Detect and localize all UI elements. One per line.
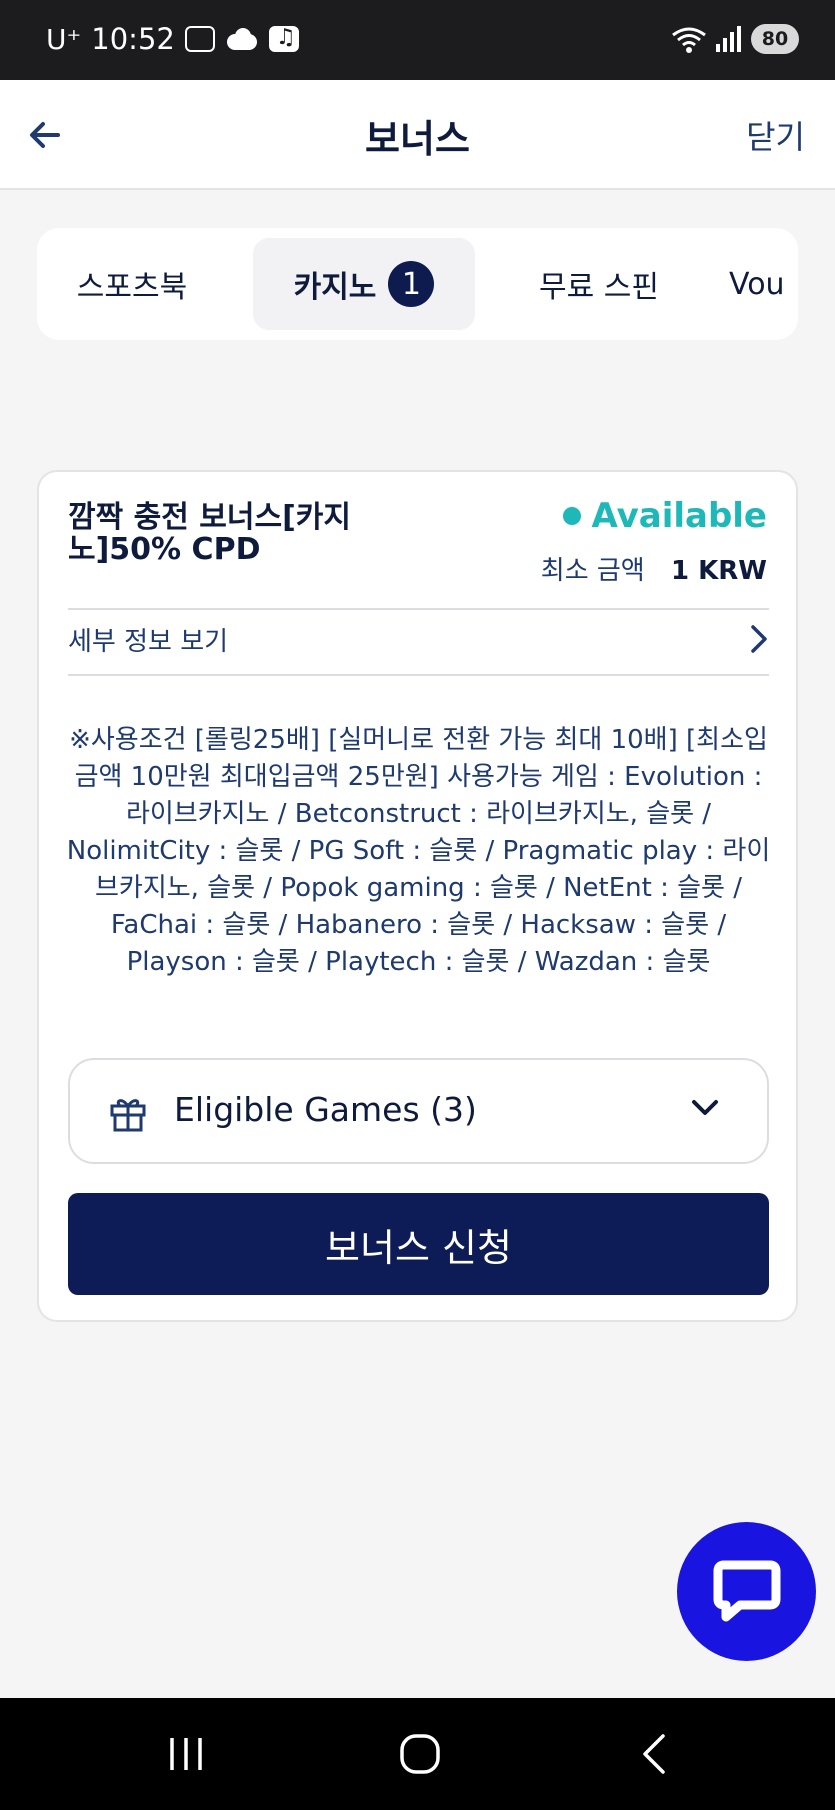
status-bar: U⁺ 10:52 80 xyxy=(0,0,835,80)
bonus-tabs: 스포츠북 카지노 1 무료 스핀 Vou xyxy=(37,228,798,340)
status-left: U⁺ 10:52 xyxy=(46,22,299,56)
status-dot-icon xyxy=(563,507,582,525)
music-icon xyxy=(268,25,299,52)
tab-label: 카지노 xyxy=(293,270,377,305)
battery-indicator: 80 xyxy=(751,24,799,54)
chevron-down-icon xyxy=(692,1100,718,1115)
recent-apps-button[interactable] xyxy=(156,1728,216,1780)
divider xyxy=(68,674,769,676)
page-title: 보너스 xyxy=(365,117,470,161)
tab-casino[interactable]: 카지노 1 xyxy=(253,238,475,330)
cloud-icon xyxy=(225,26,259,52)
home-icon xyxy=(400,1734,440,1774)
recent-apps-icon xyxy=(170,1738,202,1770)
status-time: 10:52 xyxy=(91,22,175,56)
min-amount-value: 1 KRW xyxy=(671,556,767,586)
screenshot-icon xyxy=(184,26,215,52)
system-nav-bar xyxy=(0,1698,835,1810)
signal-icon xyxy=(715,26,741,52)
gift-icon xyxy=(110,1099,146,1132)
apply-bonus-button[interactable]: 보너스 신청 xyxy=(68,1193,769,1295)
tab-label: Vou xyxy=(729,266,785,302)
chevron-right-icon xyxy=(751,625,767,653)
page-header: 보너스 닫기 xyxy=(0,80,835,190)
chevron-left-icon xyxy=(643,1734,665,1774)
eligible-games-label: Eligible Games (3) xyxy=(174,1090,477,1129)
home-button[interactable] xyxy=(390,1728,450,1780)
chat-bubble-icon xyxy=(713,1560,780,1621)
view-details-link[interactable]: 세부 정보 보기 xyxy=(68,608,769,670)
tab-voucher[interactable]: Vou xyxy=(729,238,798,330)
min-amount-label: 최소 금액 xyxy=(540,556,645,586)
min-amount: 최소 금액 1 KRW xyxy=(541,550,767,587)
bonus-card: 깜짝 충전 보너스[카지노]50% CPD Available 최소 금액 1 … xyxy=(37,470,798,1322)
tab-label: 스포츠북 xyxy=(76,270,188,305)
close-button[interactable]: 닫기 xyxy=(746,112,805,158)
tab-label: 무료 스핀 xyxy=(539,270,659,305)
status-label: Available xyxy=(591,496,767,536)
tab-sportsbook[interactable]: 스포츠북 xyxy=(47,238,217,330)
wifi-icon xyxy=(671,25,706,53)
bonus-title: 깜짝 충전 보너스[카지노]50% CPD xyxy=(68,500,351,567)
status-badge: Available xyxy=(563,496,767,536)
chat-button[interactable] xyxy=(677,1522,816,1661)
status-right: 80 xyxy=(671,24,799,54)
eligible-games-dropdown[interactable]: Eligible Games (3) xyxy=(68,1058,769,1164)
tab-free-spins[interactable]: 무료 스핀 xyxy=(499,238,699,330)
system-back-button[interactable] xyxy=(624,1728,684,1780)
details-label: 세부 정보 보기 xyxy=(68,626,229,657)
tab-count-badge: 1 xyxy=(388,261,435,307)
bonus-conditions: ※사용조건 [롤링25배] [실머니로 전환 가능 최대 10배] [최소입금액… xyxy=(66,725,771,977)
carrier-label: U⁺ xyxy=(46,22,82,56)
